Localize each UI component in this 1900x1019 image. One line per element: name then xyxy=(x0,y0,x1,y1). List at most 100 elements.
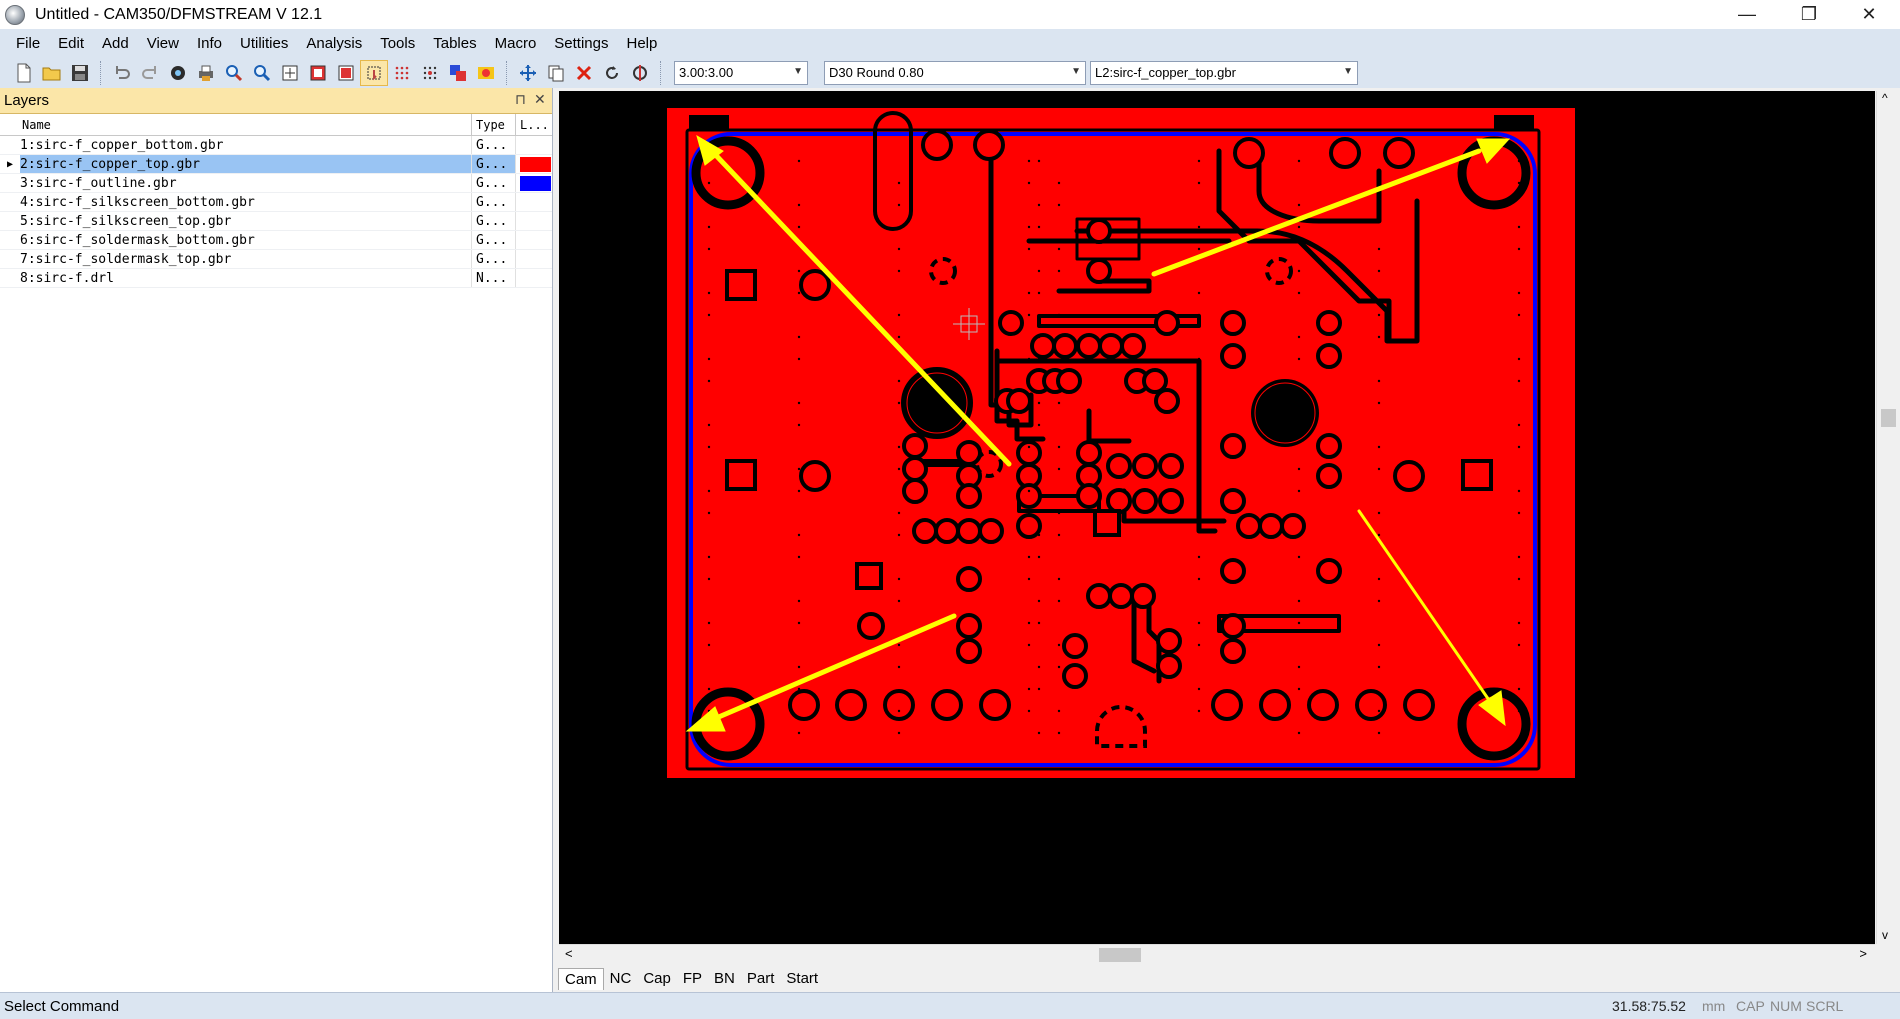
pad xyxy=(1076,440,1102,466)
via xyxy=(1057,665,1061,669)
redo-icon[interactable] xyxy=(136,60,164,86)
tab-nc[interactable]: NC xyxy=(604,968,638,989)
layer-row[interactable]: 8:sirc-f.drl N... xyxy=(0,269,552,288)
pad xyxy=(921,129,953,161)
zoom-all-icon[interactable] xyxy=(304,60,332,86)
undo-icon[interactable] xyxy=(108,60,136,86)
close-icon[interactable]: ✕ xyxy=(534,91,546,108)
layer-color-cell[interactable] xyxy=(516,155,552,173)
layer-row[interactable]: 1:sirc-f_copper_bottom.gbr G... xyxy=(0,136,552,155)
select-mode-icon[interactable] xyxy=(360,59,388,86)
column-header-layer-color[interactable]: L... xyxy=(516,114,552,135)
scroll-right-icon[interactable]: > xyxy=(1859,946,1867,961)
move-icon[interactable] xyxy=(514,60,542,86)
pad xyxy=(1158,453,1184,479)
capture-icon[interactable] xyxy=(164,60,192,86)
pcb-canvas[interactable] xyxy=(559,91,1875,944)
menu-tools[interactable]: Tools xyxy=(371,35,424,52)
new-file-icon[interactable] xyxy=(10,60,38,86)
layer-row[interactable]: 6:sirc-f_soldermask_bottom.gbr G... xyxy=(0,231,552,250)
print-icon[interactable] xyxy=(192,60,220,86)
close-button[interactable]: ✕ xyxy=(1846,0,1892,29)
open-folder-icon[interactable] xyxy=(38,60,66,86)
zoom-window-icon[interactable] xyxy=(276,60,304,86)
via xyxy=(1517,621,1521,625)
layer-colors-icon[interactable] xyxy=(444,60,472,86)
via xyxy=(1197,357,1201,361)
menu-utilities[interactable]: Utilities xyxy=(231,35,297,52)
layer-name: 7:sirc-f_soldermask_top.gbr xyxy=(20,250,472,268)
copy-icon[interactable] xyxy=(542,60,570,86)
layer-row[interactable]: 4:sirc-f_silkscreen_bottom.gbr G... xyxy=(0,193,552,212)
layer-color-cell[interactable] xyxy=(516,136,552,154)
menu-analysis[interactable]: Analysis xyxy=(297,35,371,52)
tab-part[interactable]: Part xyxy=(741,968,781,989)
layer-color-cell[interactable] xyxy=(516,212,552,230)
vertical-scroll-thumb[interactable] xyxy=(1881,409,1896,427)
menu-help[interactable]: Help xyxy=(618,35,667,52)
menu-view[interactable]: View xyxy=(138,35,188,52)
tab-start[interactable]: Start xyxy=(780,968,824,989)
via xyxy=(897,643,901,647)
pad xyxy=(883,689,915,721)
redraw-icon[interactable] xyxy=(332,60,360,86)
horizontal-scroll-thumb[interactable] xyxy=(1099,948,1141,962)
grid-snap-icon[interactable] xyxy=(416,60,444,86)
grid-dots-icon[interactable] xyxy=(388,60,416,86)
zoom-out-icon[interactable] xyxy=(248,60,276,86)
active-layer-select[interactable]: L2:sirc-f_copper_top.gbr ▼ xyxy=(1090,60,1358,85)
layer-name: 3:sirc-f_outline.gbr xyxy=(20,174,472,192)
minimize-button[interactable]: — xyxy=(1724,0,1770,29)
layer-color-cell[interactable] xyxy=(516,231,552,249)
layer-color-cell[interactable] xyxy=(516,174,552,192)
via xyxy=(1517,423,1521,427)
tab-fp[interactable]: FP xyxy=(677,968,708,989)
menu-edit[interactable]: Edit xyxy=(49,35,93,52)
pad xyxy=(857,612,885,640)
via xyxy=(1517,577,1521,581)
tab-cap[interactable]: Cap xyxy=(637,968,677,989)
save-icon[interactable] xyxy=(66,60,94,86)
highlight-icon[interactable] xyxy=(472,60,500,86)
tab-cam[interactable]: Cam xyxy=(558,967,604,990)
column-header-name[interactable]: Name xyxy=(0,114,472,135)
layer-color-swatch[interactable] xyxy=(520,176,551,191)
layer-row[interactable]: 3:sirc-f_outline.gbr G... xyxy=(0,174,552,193)
menu-file[interactable]: File xyxy=(7,35,49,52)
zoom-in-icon[interactable] xyxy=(220,60,248,86)
aperture-select[interactable]: D30 Round 0.80 ▼ xyxy=(824,60,1086,85)
horizontal-scrollbar[interactable]: < > xyxy=(559,944,1875,964)
menu-settings[interactable]: Settings xyxy=(545,35,617,52)
scroll-left-icon[interactable]: < xyxy=(565,946,573,961)
tab-bn[interactable]: BN xyxy=(708,968,741,989)
layer-row[interactable]: 7:sirc-f_soldermask_top.gbr G... xyxy=(0,250,552,269)
via xyxy=(797,621,801,625)
layer-type: G... xyxy=(472,193,516,211)
scroll-down-icon[interactable]: v xyxy=(1882,928,1888,942)
delete-icon[interactable] xyxy=(570,60,598,86)
rotate-icon[interactable] xyxy=(598,60,626,86)
pad xyxy=(1259,689,1291,721)
layer-row[interactable]: ▶ 2:sirc-f_copper_top.gbr G... xyxy=(0,155,552,174)
via xyxy=(797,599,801,603)
grid-size-select[interactable]: 3.00:3.00 ▼ xyxy=(674,60,808,85)
via xyxy=(1197,511,1201,515)
menu-add[interactable]: Add xyxy=(93,35,138,52)
pad xyxy=(1106,453,1132,479)
layer-color-cell[interactable] xyxy=(516,269,552,287)
layer-color-cell[interactable] xyxy=(516,193,552,211)
via xyxy=(1197,445,1201,449)
restore-button[interactable]: ❐ xyxy=(1786,0,1832,29)
menu-tables[interactable]: Tables xyxy=(424,35,485,52)
menu-info[interactable]: Info xyxy=(188,35,231,52)
scroll-up-icon[interactable]: ^ xyxy=(1882,91,1888,105)
pin-icon[interactable]: ⊓ xyxy=(515,91,526,108)
menu-macro[interactable]: Macro xyxy=(486,35,546,52)
vertical-scrollbar[interactable]: ^ v xyxy=(1876,91,1900,944)
layer-row[interactable]: 5:sirc-f_silkscreen_top.gbr G... xyxy=(0,212,552,231)
column-header-type[interactable]: Type xyxy=(472,114,516,135)
via xyxy=(1027,181,1031,185)
layer-color-swatch[interactable] xyxy=(520,157,551,172)
layer-color-cell[interactable] xyxy=(516,250,552,268)
mirror-icon[interactable] xyxy=(626,60,654,86)
